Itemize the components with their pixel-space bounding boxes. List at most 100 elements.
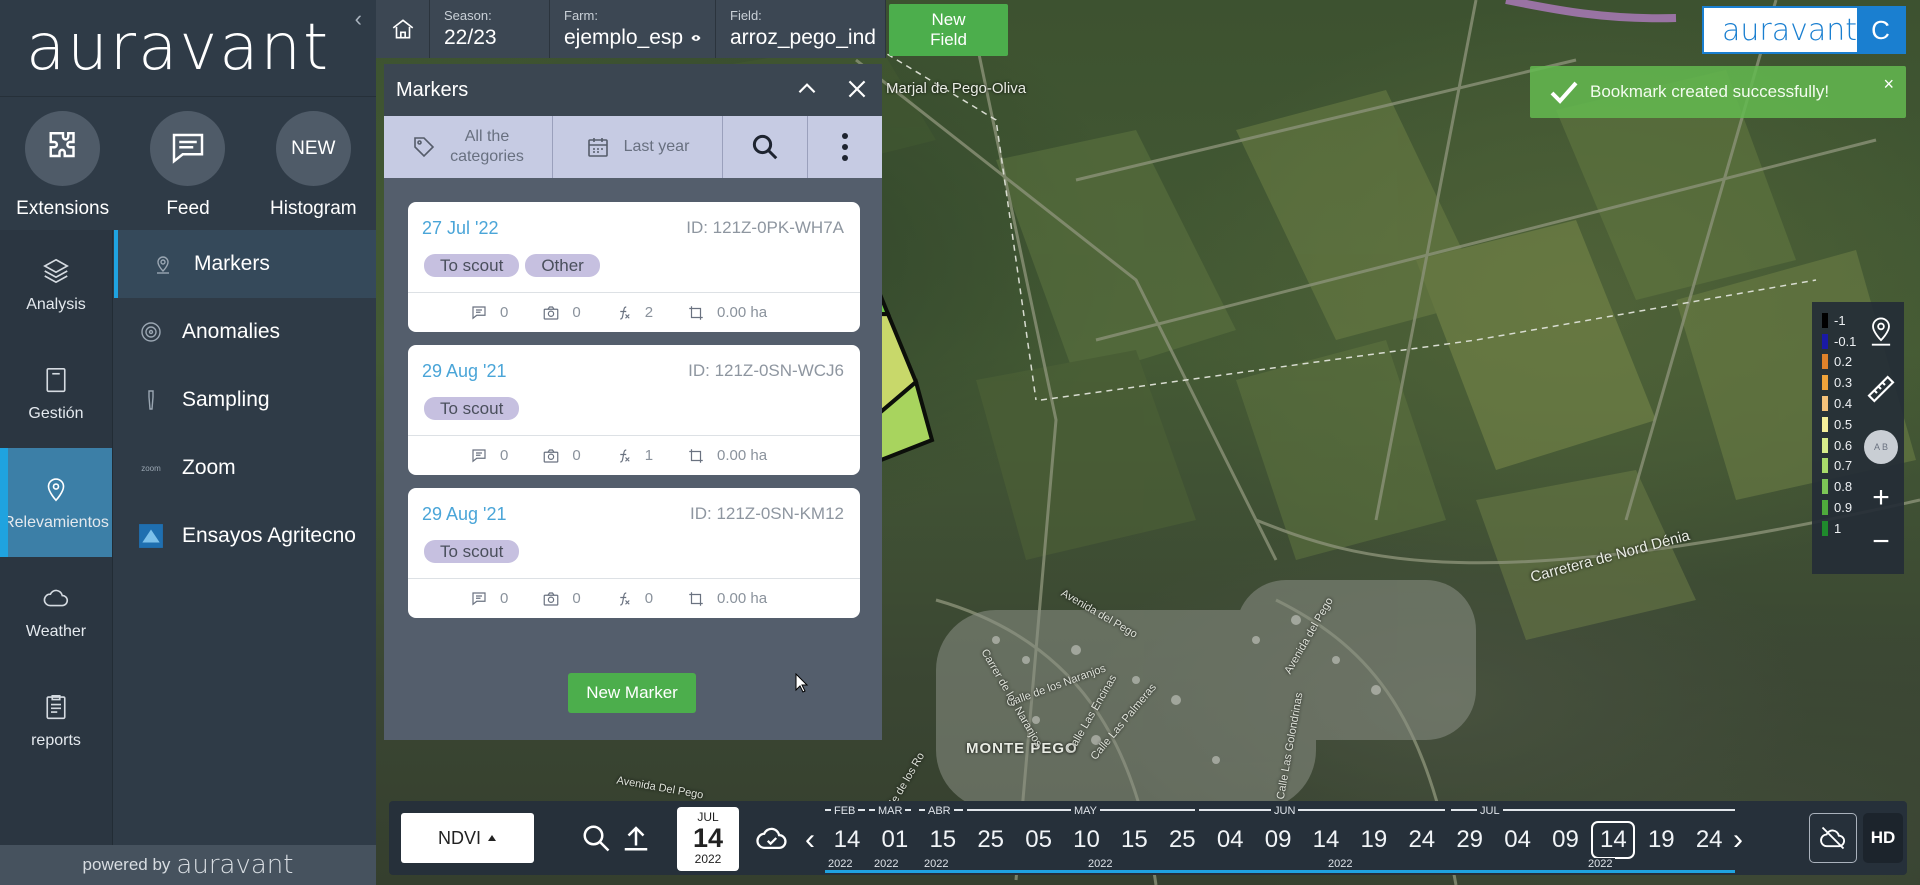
new-marker-button[interactable]: New Marker (568, 673, 696, 713)
cloud-off-icon (1820, 826, 1845, 850)
map-pin-icon (1871, 317, 1891, 346)
timeline-day[interactable]: 25 (1160, 826, 1204, 854)
sub-nav: Markers Anomalies Sampling zoom Zoom Ens… (114, 230, 376, 570)
formula-icon (619, 448, 630, 463)
success-toast: Bookmark created successfully! × (1530, 66, 1906, 118)
marker-card[interactable]: 29 Aug '21 ID: 121Z-0SN-KM12 To scout 0 … (408, 488, 860, 618)
ruler-icon (1867, 375, 1895, 403)
timeline-month-line (1199, 809, 1445, 811)
marker-card[interactable]: 29 Aug '21 ID: 121Z-0SN-WCJ6 To scout 0 … (408, 345, 860, 475)
timeline-year: 2022 (871, 858, 902, 870)
category-filter[interactable]: All the categories (384, 116, 553, 178)
timeline-day[interactable]: 25 (969, 826, 1013, 854)
zoom-in-button[interactable]: + (1858, 476, 1904, 520)
chevron-up-icon[interactable] (794, 76, 820, 102)
collapse-sidebar-icon[interactable]: ‹ (355, 6, 362, 32)
camera-icon (543, 591, 559, 606)
nav-weather[interactable]: Weather (0, 557, 112, 666)
upload-icon[interactable] (621, 823, 651, 853)
index-selector[interactable]: NDVI (401, 813, 534, 863)
home-button[interactable] (376, 0, 430, 58)
mouse-cursor-icon (795, 673, 809, 693)
nav-analysis[interactable]: Analysis (0, 230, 112, 339)
nav-reports[interactable]: reports (0, 666, 112, 775)
selected-date[interactable]: JUL 14 2022 (677, 807, 739, 871)
period-filter-label: Last year (623, 138, 690, 155)
season-selector[interactable]: Season: 22/23 (430, 0, 550, 58)
timeline-day[interactable]: 04 (1496, 826, 1540, 854)
timeline-day[interactable]: 19 (1352, 826, 1396, 854)
measure-tool[interactable] (1858, 360, 1904, 418)
map-label-monte-pego: MONTE PEGO (966, 740, 1078, 757)
app-logo[interactable]: auravant ‹ (0, 0, 376, 96)
farm-selector[interactable]: Farm: ejemplo_esp (550, 0, 716, 58)
timeline-month: MAR (875, 805, 906, 817)
marker-card[interactable]: 27 Jul '22 ID: 121Z-0PK-WH7A To scout Ot… (408, 202, 860, 332)
period-filter[interactable]: Last year (553, 116, 723, 178)
radar-icon (138, 319, 164, 345)
timeline-year: 2022 (1585, 858, 1616, 870)
timeline-year: 2022 (1085, 858, 1116, 870)
subnav-markers[interactable]: Markers (114, 230, 376, 298)
cloud-filter-button[interactable] (1809, 813, 1857, 863)
search-image-icon[interactable] (581, 823, 611, 853)
nav-gestion[interactable]: Gestión (0, 339, 112, 448)
subnav-anomalies[interactable]: Anomalies (114, 298, 376, 366)
timeline-month: JUN (1271, 805, 1299, 817)
legend-label: 0.3 (1834, 375, 1853, 391)
subnav-ensayos-agritecno[interactable]: Ensayos Agritecno (114, 502, 376, 570)
legend-swatch (1822, 437, 1828, 453)
timeline-day[interactable]: 24 (1400, 826, 1444, 854)
legend-swatch (1822, 396, 1828, 412)
eye-icon[interactable] (691, 30, 701, 46)
timeline-day[interactable]: 09 (1256, 826, 1300, 854)
timeline-day[interactable]: 09 (1544, 826, 1588, 854)
timeline-prev-icon[interactable]: ‹ (805, 823, 815, 857)
map-label-marjal: Marjal de Pego-Oliva (886, 80, 1027, 97)
quick-extensions[interactable]: Extensions (3, 111, 123, 220)
field-selector[interactable]: Field: arroz_pego_ind (716, 0, 886, 58)
timeline-day[interactable]: 04 (1208, 826, 1252, 854)
search-button[interactable] (723, 116, 808, 178)
timeline-day[interactable]: 29 (1448, 826, 1492, 854)
timeline-month: MAY (1071, 805, 1101, 817)
image-timeline-bar: NDVI JUL 14 2022 ‹ 14 01 15 25 05 10 15 25 04 09 1… (389, 801, 1907, 875)
compare-ab-tool[interactable]: A B (1858, 418, 1904, 476)
timeline-day[interactable]: 10 (1065, 826, 1109, 854)
timeline-day[interactable]: 14 (1304, 826, 1348, 854)
cloud-check-icon[interactable] (755, 821, 789, 855)
more-options-button[interactable] (808, 116, 882, 178)
timeline-day[interactable]: 15 (921, 826, 965, 854)
timeline-day[interactable]: 14 (1591, 821, 1636, 859)
timeline-day[interactable]: 24 (1687, 826, 1731, 854)
new-field-button[interactable]: New Field (889, 4, 1008, 56)
brand-word: auravant (1722, 12, 1858, 48)
nav-relevamientos[interactable]: Relevamientos (0, 448, 112, 557)
subnav-markers-label: Markers (194, 252, 270, 275)
timeline-day[interactable]: 15 (1112, 826, 1156, 854)
user-avatar[interactable]: C (1857, 8, 1904, 52)
area-icon (689, 448, 703, 463)
new-badge: NEW (275, 111, 351, 186)
marker-comments: 0 (500, 590, 509, 607)
timeline-day[interactable]: 19 (1639, 826, 1683, 854)
timeline-day[interactable]: 14 (825, 826, 869, 854)
puzzle-icon (25, 111, 101, 186)
marker-tag: To scout (424, 397, 520, 420)
brand-box[interactable]: auravant C (1702, 6, 1906, 54)
toast-close-icon[interactable]: × (1883, 74, 1894, 95)
subnav-sampling[interactable]: Sampling (114, 366, 376, 434)
timeline-next-icon[interactable]: › (1733, 823, 1743, 857)
close-icon[interactable] (844, 76, 870, 102)
subnav-zoom[interactable]: zoom Zoom (114, 434, 376, 502)
nav-analysis-label: Analysis (26, 295, 86, 313)
quick-histogram[interactable]: NEW Histogram (253, 111, 373, 220)
timeline-year: 2022 (921, 858, 952, 870)
quick-feed[interactable]: Feed (128, 111, 248, 220)
map-marker-tool[interactable] (1858, 302, 1904, 360)
timeline-day[interactable]: 01 (873, 826, 917, 854)
legend-swatch (1822, 312, 1828, 328)
hd-button[interactable]: HD (1863, 813, 1903, 863)
timeline-day[interactable]: 05 (1017, 826, 1061, 854)
zoom-out-button[interactable]: − (1858, 520, 1904, 564)
